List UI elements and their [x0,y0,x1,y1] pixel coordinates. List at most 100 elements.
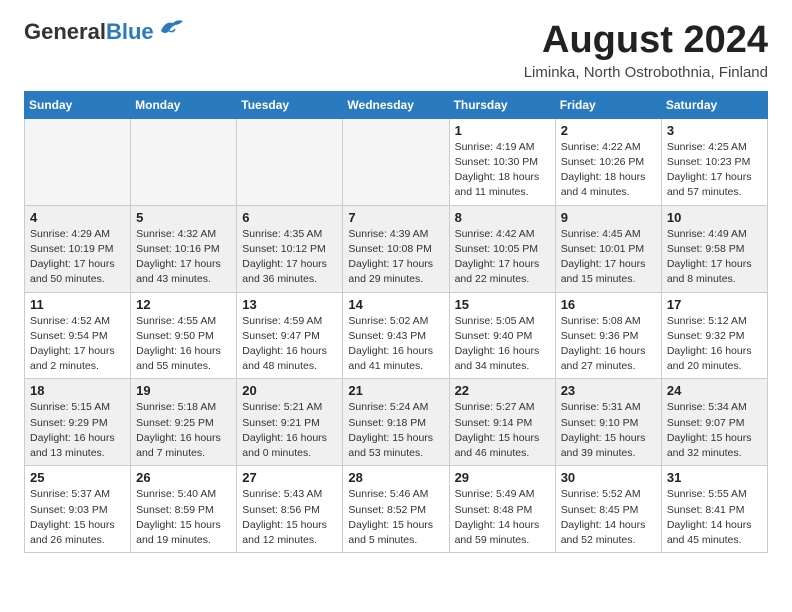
day-number: 9 [561,210,656,225]
header: GeneralBlue August 2024 Liminka, North O… [24,20,768,81]
calendar-day-cell: 3 Sunrise: 4:25 AM Sunset: 10:23 PM Dayli… [661,118,767,205]
calendar-day-cell [237,118,343,205]
day-info: Sunrise: 5:12 AM Sunset: 9:32 PM Dayligh… [667,314,762,375]
day-info: Sunrise: 4:59 AM Sunset: 9:47 PM Dayligh… [242,314,337,375]
calendar-day-cell: 27 Sunrise: 5:43 AM Sunset: 8:56 PM Dayli… [237,466,343,553]
day-info: Sunrise: 4:22 AM Sunset: 10:26 PM Daylig… [561,140,656,201]
weekday-header-wednesday: Wednesday [343,91,449,118]
day-number: 17 [667,297,762,312]
calendar-day-cell: 2 Sunrise: 4:22 AM Sunset: 10:26 PM Dayli… [555,118,661,205]
calendar-day-cell: 25Sunrise: 5:37 AM Sunset: 9:03 PM Dayli… [25,466,131,553]
weekday-header-sunday: Sunday [25,91,131,118]
day-info: Sunrise: 4:52 AM Sunset: 9:54 PM Dayligh… [30,314,125,375]
day-info: Sunrise: 5:46 AM Sunset: 8:52 PM Dayligh… [348,487,443,548]
day-info: Sunrise: 5:43 AM Sunset: 8:56 PM Dayligh… [242,487,337,548]
day-number: 4 [30,210,125,225]
calendar-day-cell: 28 Sunrise: 5:46 AM Sunset: 8:52 PM Dayli… [343,466,449,553]
logo-bird-icon [157,17,183,39]
day-number: 23 [561,383,656,398]
day-info: Sunrise: 4:42 AM Sunset: 10:05 PM Daylig… [455,227,550,288]
day-info: Sunrise: 5:52 AM Sunset: 8:45 PM Dayligh… [561,487,656,548]
calendar-day-cell: 23 Sunrise: 5:31 AM Sunset: 9:10 PM Dayli… [555,379,661,466]
day-info: Sunrise: 5:08 AM Sunset: 9:36 PM Dayligh… [561,314,656,375]
calendar-day-cell: 14 Sunrise: 5:02 AM Sunset: 9:43 PM Dayli… [343,292,449,379]
calendar-day-cell: 5 Sunrise: 4:32 AM Sunset: 10:16 PM Dayli… [131,205,237,292]
day-number: 26 [136,470,231,485]
day-info: Sunrise: 4:29 AM Sunset: 10:19 PM Daylig… [30,227,125,288]
day-number: 5 [136,210,231,225]
day-info: Sunrise: 5:34 AM Sunset: 9:07 PM Dayligh… [667,400,762,461]
calendar-day-cell: 10Sunrise: 4:49 AM Sunset: 9:58 PM Dayli… [661,205,767,292]
day-info: Sunrise: 4:25 AM Sunset: 10:23 PM Daylig… [667,140,762,201]
day-info: Sunrise: 5:02 AM Sunset: 9:43 PM Dayligh… [348,314,443,375]
day-number: 27 [242,470,337,485]
calendar-day-cell: 4 Sunrise: 4:29 AM Sunset: 10:19 PM Dayli… [25,205,131,292]
logo-general-text: General [24,19,106,44]
calendar-day-cell: 9 Sunrise: 4:45 AM Sunset: 10:01 PM Dayli… [555,205,661,292]
day-number: 29 [455,470,550,485]
calendar-day-cell: 22 Sunrise: 5:27 AM Sunset: 9:14 PM Dayli… [449,379,555,466]
calendar-day-cell: 24 Sunrise: 5:34 AM Sunset: 9:07 PM Dayli… [661,379,767,466]
calendar-day-cell: 7Sunrise: 4:39 AM Sunset: 10:08 PM Dayli… [343,205,449,292]
day-number: 31 [667,470,762,485]
calendar-day-cell: 1Sunrise: 4:19 AM Sunset: 10:30 PM Dayli… [449,118,555,205]
day-info: Sunrise: 5:15 AM Sunset: 9:29 PM Dayligh… [30,400,125,461]
calendar-day-cell: 17 Sunrise: 5:12 AM Sunset: 9:32 PM Dayli… [661,292,767,379]
title-area: August 2024 Liminka, North Ostrobothnia,… [524,20,768,81]
day-number: 1 [455,123,550,138]
day-info: Sunrise: 5:24 AM Sunset: 9:18 PM Dayligh… [348,400,443,461]
day-info: Sunrise: 5:21 AM Sunset: 9:21 PM Dayligh… [242,400,337,461]
day-number: 13 [242,297,337,312]
calendar-day-cell: 8Sunrise: 4:42 AM Sunset: 10:05 PM Dayli… [449,205,555,292]
day-number: 22 [455,383,550,398]
calendar-day-cell: 13 Sunrise: 4:59 AM Sunset: 9:47 PM Dayli… [237,292,343,379]
day-number: 16 [561,297,656,312]
calendar-day-cell: 18 Sunrise: 5:15 AM Sunset: 9:29 PM Dayli… [25,379,131,466]
calendar-day-cell: 6 Sunrise: 4:35 AM Sunset: 10:12 PM Dayli… [237,205,343,292]
day-info: Sunrise: 5:05 AM Sunset: 9:40 PM Dayligh… [455,314,550,375]
logo: GeneralBlue [24,20,183,44]
weekday-header-thursday: Thursday [449,91,555,118]
day-info: Sunrise: 4:45 AM Sunset: 10:01 PM Daylig… [561,227,656,288]
calendar-day-cell: 26 Sunrise: 5:40 AM Sunset: 8:59 PM Dayli… [131,466,237,553]
day-number: 10 [667,210,762,225]
day-number: 20 [242,383,337,398]
calendar-week-row: 11 Sunrise: 4:52 AM Sunset: 9:54 PM Dayli… [25,292,768,379]
calendar-day-cell: 11 Sunrise: 4:52 AM Sunset: 9:54 PM Dayli… [25,292,131,379]
day-number: 24 [667,383,762,398]
day-number: 3 [667,123,762,138]
day-info: Sunrise: 5:37 AM Sunset: 9:03 PM Dayligh… [30,487,125,548]
day-number: 6 [242,210,337,225]
day-number: 28 [348,470,443,485]
calendar-day-cell [131,118,237,205]
weekday-header-tuesday: Tuesday [237,91,343,118]
calendar-day-cell: 30 Sunrise: 5:52 AM Sunset: 8:45 PM Dayli… [555,466,661,553]
day-info: Sunrise: 5:27 AM Sunset: 9:14 PM Dayligh… [455,400,550,461]
day-info: Sunrise: 5:31 AM Sunset: 9:10 PM Dayligh… [561,400,656,461]
day-number: 21 [348,383,443,398]
weekday-header-friday: Friday [555,91,661,118]
calendar-day-cell: 15Sunrise: 5:05 AM Sunset: 9:40 PM Dayli… [449,292,555,379]
month-title: August 2024 [524,20,768,62]
calendar-week-row: 18 Sunrise: 5:15 AM Sunset: 9:29 PM Dayli… [25,379,768,466]
calendar-day-cell: 16 Sunrise: 5:08 AM Sunset: 9:36 PM Dayli… [555,292,661,379]
calendar-day-cell: 12Sunrise: 4:55 AM Sunset: 9:50 PM Dayli… [131,292,237,379]
calendar-week-row: 4 Sunrise: 4:29 AM Sunset: 10:19 PM Dayli… [25,205,768,292]
location-subtitle: Liminka, North Ostrobothnia, Finland [524,64,768,81]
day-info: Sunrise: 4:32 AM Sunset: 10:16 PM Daylig… [136,227,231,288]
day-info: Sunrise: 5:40 AM Sunset: 8:59 PM Dayligh… [136,487,231,548]
day-info: Sunrise: 4:55 AM Sunset: 9:50 PM Dayligh… [136,314,231,375]
day-number: 18 [30,383,125,398]
day-info: Sunrise: 4:35 AM Sunset: 10:12 PM Daylig… [242,227,337,288]
calendar-day-cell: 31Sunrise: 5:55 AM Sunset: 8:41 PM Dayli… [661,466,767,553]
day-number: 14 [348,297,443,312]
day-number: 2 [561,123,656,138]
weekday-header-saturday: Saturday [661,91,767,118]
day-number: 11 [30,297,125,312]
weekday-header-row: SundayMondayTuesdayWednesdayThursdayFrid… [25,91,768,118]
day-info: Sunrise: 5:18 AM Sunset: 9:25 PM Dayligh… [136,400,231,461]
calendar-table: SundayMondayTuesdayWednesdayThursdayFrid… [24,91,768,553]
day-number: 19 [136,383,231,398]
calendar-day-cell: 20 Sunrise: 5:21 AM Sunset: 9:21 PM Dayli… [237,379,343,466]
day-number: 30 [561,470,656,485]
